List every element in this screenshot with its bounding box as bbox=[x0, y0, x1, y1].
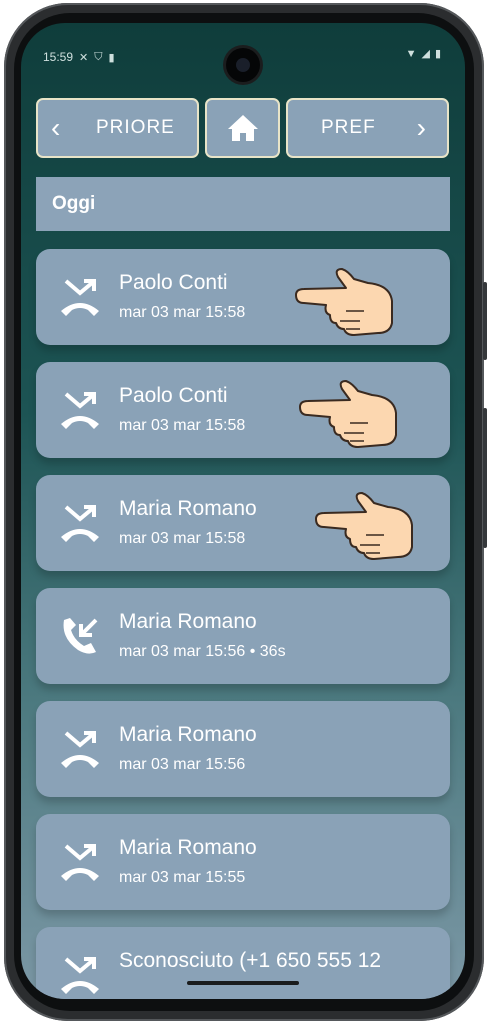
missed-call-status-icon: ✕ bbox=[79, 51, 89, 64]
gesture-bar[interactable] bbox=[187, 981, 299, 985]
pointing-hand-icon bbox=[295, 268, 393, 336]
missed-call-icon bbox=[61, 392, 99, 429]
missed-call-icon bbox=[61, 731, 99, 768]
shield-status-icon: ⛉ bbox=[94, 50, 103, 63]
status-time: 15:59 bbox=[43, 50, 74, 64]
call-log-item[interactable]: Sconosciuto (+1 650 555 12 bbox=[36, 927, 450, 999]
chevron-left-icon: ‹ bbox=[51, 112, 62, 143]
battery-icon: ▮ bbox=[434, 48, 441, 60]
signal-icon: ◢ bbox=[421, 48, 430, 60]
power-button bbox=[483, 408, 487, 548]
call-time: mar 03 mar 15:55 bbox=[119, 869, 246, 886]
call-time: mar 03 mar 15:56 • 36s bbox=[119, 643, 286, 660]
pointing-hand-icon bbox=[299, 380, 397, 448]
caller-name: Maria Romano bbox=[119, 610, 257, 633]
missed-call-icon bbox=[61, 844, 99, 881]
caller-name: Maria Romano bbox=[119, 836, 257, 859]
section-header: Oggi bbox=[36, 177, 450, 231]
pointing-hand-icon bbox=[315, 492, 413, 560]
sim-status-icon: ▮ bbox=[108, 51, 115, 64]
screen: 15:59 ✕ ⛉ ▮ ▼ ◢ ▮ ‹ PRIORE PREF › Oggi P… bbox=[21, 23, 465, 999]
home-icon bbox=[227, 115, 258, 141]
call-time: mar 03 mar 15:56 bbox=[119, 756, 246, 773]
call-log-item[interactable]: Maria Romano mar 03 mar 15:55 bbox=[36, 814, 450, 910]
caller-name: Maria Romano bbox=[119, 497, 257, 520]
next-button[interactable]: PREF › bbox=[286, 98, 449, 158]
caller-name: Maria Romano bbox=[119, 723, 257, 746]
next-label: PREF bbox=[321, 117, 376, 138]
chevron-right-icon: › bbox=[416, 112, 427, 143]
missed-call-icon bbox=[61, 279, 99, 316]
previous-button[interactable]: ‹ PRIORE bbox=[36, 98, 199, 158]
call-log-item[interactable]: Maria Romano mar 03 mar 15:56 bbox=[36, 701, 450, 797]
call-time: mar 03 mar 15:58 bbox=[119, 530, 246, 547]
call-time: mar 03 mar 15:58 bbox=[119, 417, 246, 434]
incoming-call-icon bbox=[63, 618, 98, 654]
missed-call-icon bbox=[61, 505, 99, 542]
caller-name: Paolo Conti bbox=[119, 271, 228, 294]
front-camera bbox=[226, 48, 260, 82]
previous-label: PRIORE bbox=[96, 117, 175, 138]
home-button[interactable] bbox=[205, 98, 280, 158]
wifi-icon: ▼ bbox=[405, 47, 417, 60]
caller-name: Sconosciuto (+1 650 555 12 bbox=[119, 949, 382, 972]
status-indicators: ▼ ◢ ▮ bbox=[405, 47, 441, 61]
section-title: Oggi bbox=[52, 193, 96, 214]
nav-bar: ‹ PRIORE PREF › bbox=[36, 98, 450, 162]
volume-button bbox=[483, 282, 487, 360]
status-bar: 15:59 ✕ ⛉ ▮ bbox=[43, 47, 115, 67]
call-log-item[interactable]: Maria Romano mar 03 mar 15:56 • 36s bbox=[36, 588, 450, 684]
call-time: mar 03 mar 15:58 bbox=[119, 304, 246, 321]
missed-call-icon bbox=[61, 957, 99, 994]
caller-name: Paolo Conti bbox=[119, 384, 228, 407]
